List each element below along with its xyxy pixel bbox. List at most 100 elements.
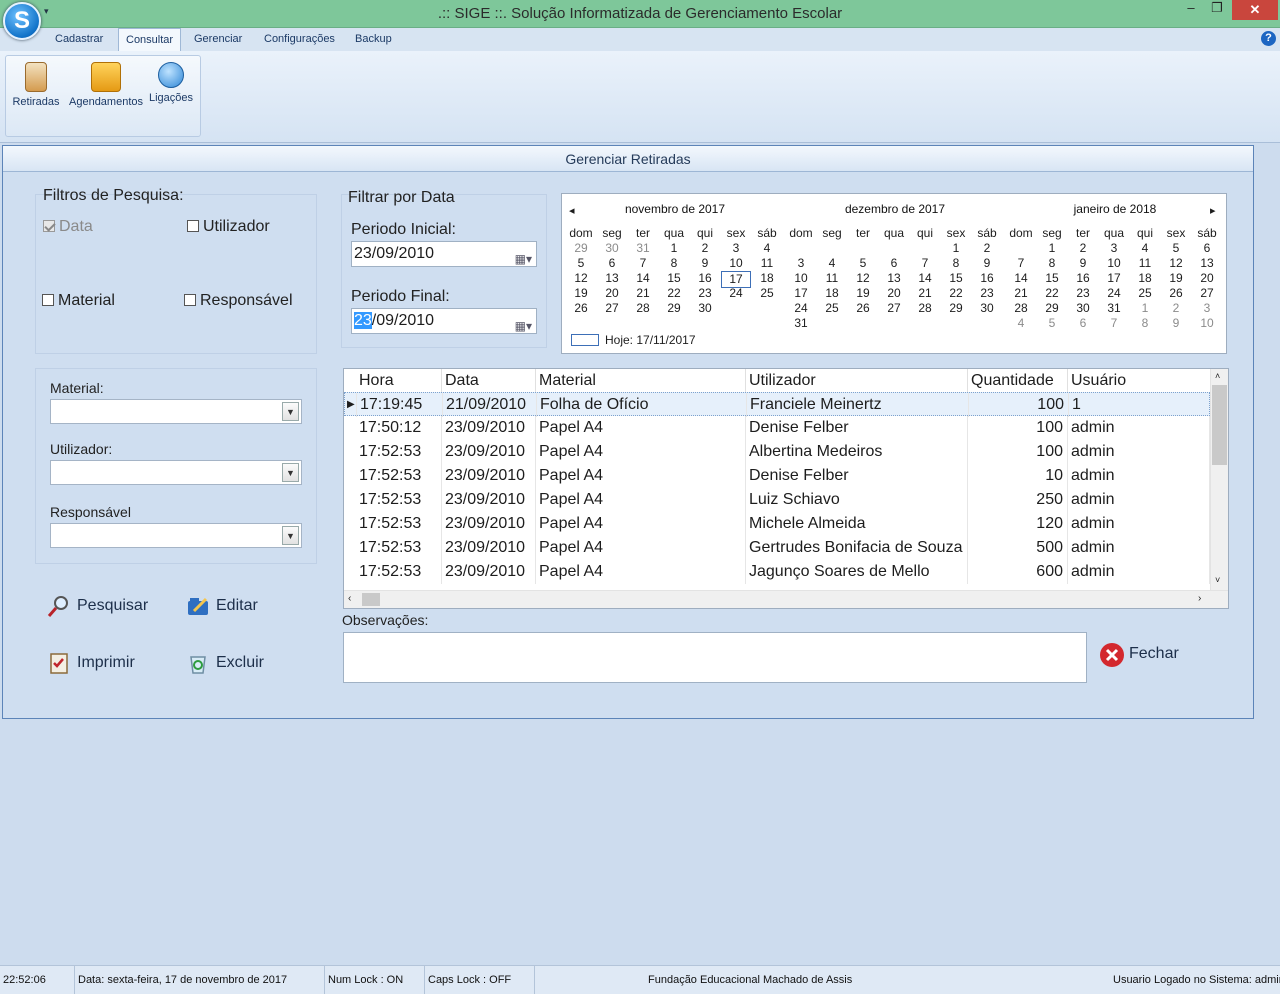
calendar-day[interactable]: 28	[910, 301, 940, 316]
horizontal-scrollbar[interactable]: ‹ ›	[344, 590, 1228, 608]
calendar-day[interactable]: 8	[1037, 256, 1067, 271]
calendar-day[interactable]: 19	[1161, 271, 1191, 286]
calendar-day[interactable]: 17	[1099, 271, 1129, 286]
vertical-scrollbar[interactable]: ˄ ˅	[1210, 369, 1228, 590]
tab-backup[interactable]: Backup	[348, 28, 399, 51]
calendar-day[interactable]: 8	[659, 256, 689, 271]
calendar-day[interactable]: 24	[1099, 286, 1129, 301]
close-window-button[interactable]: ✕	[1232, 0, 1278, 20]
calendar-day[interactable]: 3	[786, 256, 816, 271]
check-material[interactable]: Material	[42, 292, 115, 310]
calendar-day[interactable]: 21	[910, 286, 940, 301]
checkbox-data[interactable]	[43, 220, 55, 232]
scroll-right-icon[interactable]: ›	[1198, 593, 1201, 604]
calendar-day[interactable]: 12	[848, 271, 878, 286]
scroll-thumb[interactable]	[1212, 385, 1227, 465]
calendar-day[interactable]: 8	[941, 256, 971, 271]
calendar-day[interactable]: 7	[910, 256, 940, 271]
calendar-day[interactable]: 24	[786, 301, 816, 316]
calendar-day[interactable]: 9	[690, 256, 720, 271]
tab-consultar[interactable]: Consultar	[118, 28, 182, 51]
calendar-day[interactable]: 27	[879, 301, 909, 316]
calendar-day[interactable]: 15	[659, 271, 689, 286]
calendar-day[interactable]: 10	[721, 256, 751, 271]
calendar-day[interactable]: 13	[1192, 256, 1222, 271]
calendar-day[interactable]: 5	[848, 256, 878, 271]
calendar-day[interactable]: 1	[941, 241, 971, 256]
calendar-day[interactable]: 6	[1192, 241, 1222, 256]
column-header-quantidade[interactable]: Quantidade	[968, 369, 1068, 392]
table-row[interactable]: 17:52:53 23/09/2010 Papel A4 Luiz Schiavo 25…	[344, 488, 1210, 512]
calendar-day[interactable]: 4	[1006, 316, 1036, 331]
calendar-day[interactable]: 19	[848, 286, 878, 301]
calendar-day[interactable]: 7	[1099, 316, 1129, 331]
calendar-day[interactable]: 10	[1099, 256, 1129, 271]
hscroll-thumb[interactable]	[362, 593, 380, 606]
app-menu-orb[interactable]: S	[3, 2, 41, 40]
calendar-day[interactable]: 31	[786, 316, 816, 331]
today-label[interactable]: Hoje: 17/11/2017	[605, 333, 696, 347]
calendar-day[interactable]: 23	[972, 286, 1002, 301]
table-row[interactable]: 17:52:53 23/09/2010 Papel A4 Michele Almeid…	[344, 512, 1210, 536]
table-row[interactable]: 17:52:53 23/09/2010 Papel A4 Albertina Mede…	[344, 440, 1210, 464]
calendar-day[interactable]: 7	[628, 256, 658, 271]
column-header-material[interactable]: Material	[536, 369, 746, 392]
scroll-down-icon[interactable]: ˅	[1215, 575, 1220, 585]
calendar-day[interactable]: 30	[597, 241, 627, 256]
ligacoes-button[interactable]: Ligações	[148, 62, 194, 104]
calendar-day[interactable]: 5	[1161, 241, 1191, 256]
calendar-day[interactable]: 25	[817, 301, 847, 316]
calendar-day[interactable]: 29	[659, 301, 689, 316]
calendar-day[interactable]: 20	[597, 286, 627, 301]
calendar-day[interactable]: 16	[972, 271, 1002, 286]
periodo-final-picker[interactable]: 23/09/2010 ▦▾	[351, 308, 537, 334]
utilizador-select[interactable]: ▼	[50, 460, 302, 485]
check-utilizador[interactable]: Utilizador	[187, 218, 270, 236]
calendar-day[interactable]: 27	[1192, 286, 1222, 301]
check-responsavel[interactable]: Responsável	[184, 292, 293, 310]
calendar-day[interactable]: 26	[1161, 286, 1191, 301]
help-icon[interactable]: ?	[1261, 31, 1276, 46]
calendar-day[interactable]: 13	[597, 271, 627, 286]
calendar-day[interactable]: 19	[566, 286, 596, 301]
calendar-day[interactable]: 1	[1037, 241, 1067, 256]
calendar-day[interactable]: 1	[1130, 301, 1160, 316]
calendar-day[interactable]: 28	[1006, 301, 1036, 316]
calendar-day[interactable]: 3	[1192, 301, 1222, 316]
calendar-day[interactable]: 15	[941, 271, 971, 286]
column-header-utilizador[interactable]: Utilizador	[746, 369, 968, 392]
calendar-day[interactable]: 3	[1099, 241, 1129, 256]
calendar-dropdown-icon[interactable]: ▦▾	[515, 247, 532, 271]
scroll-left-icon[interactable]: ‹	[348, 593, 351, 604]
table-row[interactable]: 17:52:53 23/09/2010 Papel A4 Denise Felber 1…	[344, 464, 1210, 488]
calendar-day[interactable]: 21	[1006, 286, 1036, 301]
responsavel-select[interactable]: ▼	[50, 523, 302, 548]
calendar-day[interactable]: 25	[1130, 286, 1160, 301]
maximize-button[interactable]: ❐	[1206, 0, 1228, 20]
table-row[interactable]: ▶ 17:19:45 21/09/2010 Folha de Ofício Franci…	[344, 392, 1211, 417]
calendar-day[interactable]: 25	[752, 286, 782, 301]
fechar-button[interactable]: Fechar	[1099, 642, 1179, 667]
calendar-day[interactable]: 3	[721, 241, 751, 256]
editar-button[interactable]: Editar	[186, 594, 258, 618]
calendar-day[interactable]: 14	[628, 271, 658, 286]
calendar-day[interactable]: 9	[1068, 256, 1098, 271]
calendar-day[interactable]: 2	[690, 241, 720, 256]
chevron-down-icon[interactable]: ▼	[282, 402, 299, 421]
retiradas-grid[interactable]: Hora Data Material Utilizador Quantidade…	[343, 368, 1229, 609]
calendar-day[interactable]: 15	[1037, 271, 1067, 286]
minimize-button[interactable]: ‒	[1180, 0, 1202, 20]
calendar-day[interactable]: 16	[1068, 271, 1098, 286]
calendar-day[interactable]: 2	[1161, 301, 1191, 316]
calendar-day[interactable]: 4	[752, 241, 782, 256]
calendar-day[interactable]: 10	[1192, 316, 1222, 331]
retiradas-button[interactable]: Retiradas	[11, 62, 61, 108]
calendar-day[interactable]: 14	[910, 271, 940, 286]
calendar-day[interactable]: 11	[817, 271, 847, 286]
chevron-down-icon[interactable]: ▼	[282, 463, 299, 482]
chevron-down-icon[interactable]: ▼	[282, 526, 299, 545]
calendar-day[interactable]: 18	[817, 286, 847, 301]
calendar-day[interactable]: 12	[1161, 256, 1191, 271]
tab-cadastrar[interactable]: Cadastrar	[48, 28, 110, 51]
check-data[interactable]: Data	[43, 218, 93, 236]
